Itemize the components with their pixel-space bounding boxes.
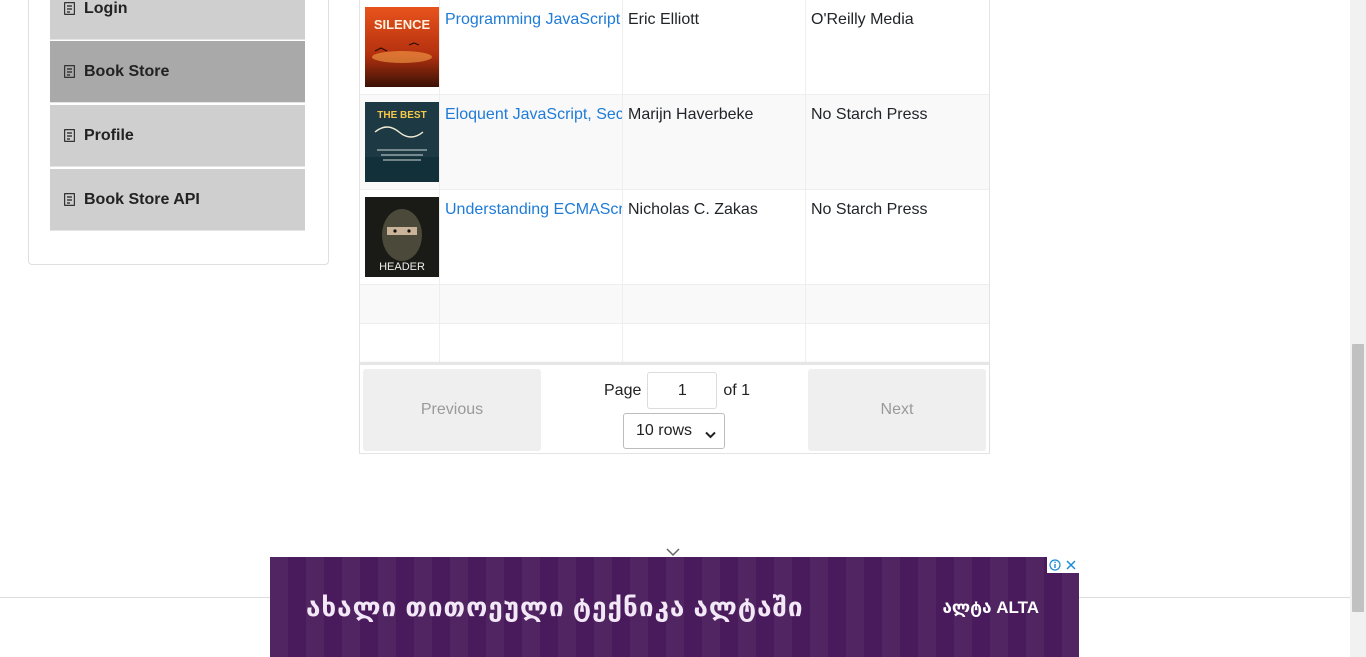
page-number-input[interactable] [647, 372, 718, 409]
book-title-link[interactable]: Eloquent JavaScript, Second Edition [445, 106, 622, 124]
cover-cell: SILENCE [360, 0, 440, 94]
previous-button[interactable]: Previous [363, 369, 541, 451]
cover-cell: THE BEST [360, 95, 440, 189]
document-icon [64, 193, 75, 206]
rows-per-page-select[interactable]: 10 rows [623, 413, 725, 449]
sidebar-item-book-store[interactable]: Book Store [50, 41, 305, 103]
book-author: Nicholas C. Zakas [628, 201, 758, 218]
page: Login Book Store Profile Book Store API [0, 0, 1366, 657]
empty-cell [440, 324, 623, 362]
table-row: HEADER Understanding ECMAScript 6 Nichol… [360, 190, 989, 285]
sidebar-item-label: Login [84, 0, 128, 17]
document-icon [64, 129, 75, 142]
sidebar-item-book-store-api[interactable]: Book Store API [50, 169, 305, 231]
sidebar-item-login[interactable]: Login [50, 0, 305, 40]
empty-cell [806, 324, 989, 362]
title-cell: Understanding ECMAScript 6 [440, 190, 623, 284]
book-publisher: No Starch Press [811, 201, 928, 218]
sidebar-item-label: Book Store API [84, 190, 200, 208]
svg-text:HEADER: HEADER [379, 261, 425, 273]
scrollbar-thumb[interactable] [1352, 344, 1364, 612]
table-row: SILENCE Programming JavaScript Applicati… [360, 0, 989, 95]
book-publisher: No Starch Press [811, 106, 928, 123]
empty-cell [806, 285, 989, 323]
book-publisher: O'Reilly Media [811, 11, 914, 28]
table-row-empty [360, 324, 989, 363]
empty-cell [440, 285, 623, 323]
pagination-bar: Previous Page of 1 10 rows Next [360, 363, 989, 454]
book-author: Eric Elliott [628, 11, 700, 28]
empty-cell [360, 285, 440, 323]
book-cover-image: HEADER [365, 197, 439, 277]
next-button[interactable]: Next [808, 369, 986, 451]
book-cover-image: SILENCE [365, 7, 439, 87]
publisher-cell: No Starch Press [806, 95, 989, 189]
advertisement-banner[interactable]: ახალი თითოეული ტექნიკა ალტაში ალტა ALTA [270, 557, 1079, 657]
table-row: THE BEST Eloquent JavaScript, Second Edi… [360, 95, 989, 190]
empty-cell [623, 324, 806, 362]
author-cell: Nicholas C. Zakas [623, 190, 806, 284]
table-row-empty [360, 285, 989, 324]
page-total: of 1 [723, 381, 751, 399]
ad-info-icon[interactable] [1047, 557, 1063, 573]
chevron-down-icon [705, 426, 716, 444]
sidebar-item-label: Book Store [84, 62, 170, 80]
sidebar-item-label: Profile [84, 126, 134, 144]
book-author: Marijn Haverbeke [628, 106, 754, 123]
empty-cell [360, 324, 440, 362]
sidebar-item-profile[interactable]: Profile [50, 105, 305, 167]
book-cover-image: THE BEST [365, 102, 439, 182]
publisher-cell: No Starch Press [806, 190, 989, 284]
ad-brand-logo: ალტა ALTA [942, 598, 1039, 617]
page-info: Page of 1 [604, 372, 750, 409]
cover-cell: HEADER [360, 190, 440, 284]
page-scrollbar[interactable] [1350, 0, 1366, 657]
title-cell: Eloquent JavaScript, Second Edition [440, 95, 623, 189]
books-table: SILENCE Programming JavaScript Applicati… [359, 0, 990, 454]
title-cell: Programming JavaScript Applications [440, 0, 623, 94]
author-cell: Eric Elliott [623, 0, 806, 94]
empty-cell [623, 285, 806, 323]
book-title-link[interactable]: Programming JavaScript Applications [445, 11, 622, 29]
document-icon [64, 2, 75, 15]
ad-close-icon[interactable] [1063, 557, 1079, 573]
publisher-cell: O'Reilly Media [806, 0, 989, 94]
page-label: Page [604, 381, 642, 399]
author-cell: Marijn Haverbeke [623, 95, 806, 189]
svg-text:THE BEST: THE BEST [377, 110, 426, 121]
book-title-link[interactable]: Understanding ECMAScript 6 [445, 201, 622, 219]
rows-select-value: 10 rows [636, 422, 693, 439]
svg-text:SILENCE: SILENCE [374, 17, 431, 32]
ad-headline: ახალი თითოეული ტექნიკა ალტაში [306, 592, 804, 622]
document-icon [64, 65, 75, 78]
